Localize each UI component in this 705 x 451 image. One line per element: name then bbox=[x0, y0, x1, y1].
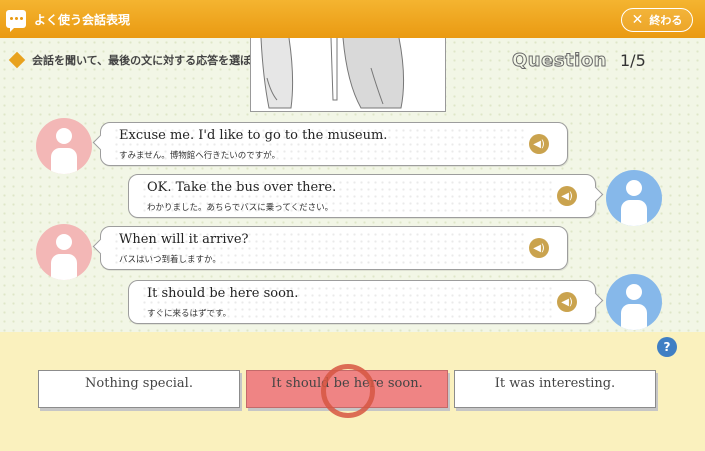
choice-button[interactable]: Nothing special. bbox=[38, 370, 240, 408]
japanese-line: すぐに来るはずです。 bbox=[147, 309, 232, 319]
avatar-right bbox=[606, 170, 662, 226]
app-title: よく使う会話表現 bbox=[34, 12, 131, 27]
avatar-left bbox=[36, 224, 92, 280]
question-label: Question bbox=[512, 50, 608, 72]
avatar-right bbox=[606, 274, 662, 330]
japanese-line: わかりました。あちらでバスに乗ってください。 bbox=[147, 203, 334, 213]
diamond-bullet-icon bbox=[8, 51, 26, 69]
japanese-line: すみません。博物館へ行きたいのですが。 bbox=[119, 151, 281, 161]
speech-bubble: When will it arrive? バスはいつ到着しますか。 ◀) bbox=[100, 226, 568, 270]
answer-panel: ? Nothing special. It should be here soo… bbox=[0, 332, 705, 451]
english-line: It should be here soon. bbox=[147, 286, 299, 301]
close-label: 終わる bbox=[649, 14, 683, 27]
dialogue-panel: 会話を聞いて、最後の文に対する応答を選ぼう！ Question 1/5 Excu… bbox=[0, 38, 705, 332]
question-number: 1/5 bbox=[620, 51, 646, 70]
help-icon[interactable]: ? bbox=[657, 337, 677, 357]
scene-illustration bbox=[250, 38, 446, 112]
speech-bubble-icon bbox=[6, 10, 26, 32]
japanese-line: バスはいつ到着しますか。 bbox=[119, 255, 221, 265]
instruction: 会話を聞いて、最後の文に対する応答を選ぼう！ bbox=[8, 51, 274, 69]
choice-button[interactable]: It was interesting. bbox=[454, 370, 656, 408]
speech-bubble: It should be here soon. すぐに来るはずです。 ◀) bbox=[128, 280, 596, 324]
speech-bubble: OK. Take the bus over there. わかりました。あちらで… bbox=[128, 174, 596, 218]
speaker-icon[interactable]: ◀) bbox=[557, 186, 577, 206]
avatar-left bbox=[36, 118, 92, 174]
close-button[interactable]: ✕ 終わる bbox=[621, 8, 693, 32]
speaker-icon[interactable]: ◀) bbox=[557, 292, 577, 312]
english-line: OK. Take the bus over there. bbox=[147, 180, 337, 195]
speech-bubble: Excuse me. I'd like to go to the museum.… bbox=[100, 122, 568, 166]
title-bar: よく使う会話表現 ✕ 終わる bbox=[0, 0, 705, 38]
speaker-icon[interactable]: ◀) bbox=[529, 134, 549, 154]
instruction-text: 会話を聞いて、最後の文に対する応答を選ぼう！ bbox=[32, 54, 274, 67]
speaker-icon[interactable]: ◀) bbox=[529, 238, 549, 258]
tap-indicator bbox=[321, 364, 375, 418]
english-line: When will it arrive? bbox=[119, 232, 249, 247]
english-line: Excuse me. I'd like to go to the museum. bbox=[119, 128, 388, 143]
close-icon: ✕ bbox=[631, 12, 644, 28]
